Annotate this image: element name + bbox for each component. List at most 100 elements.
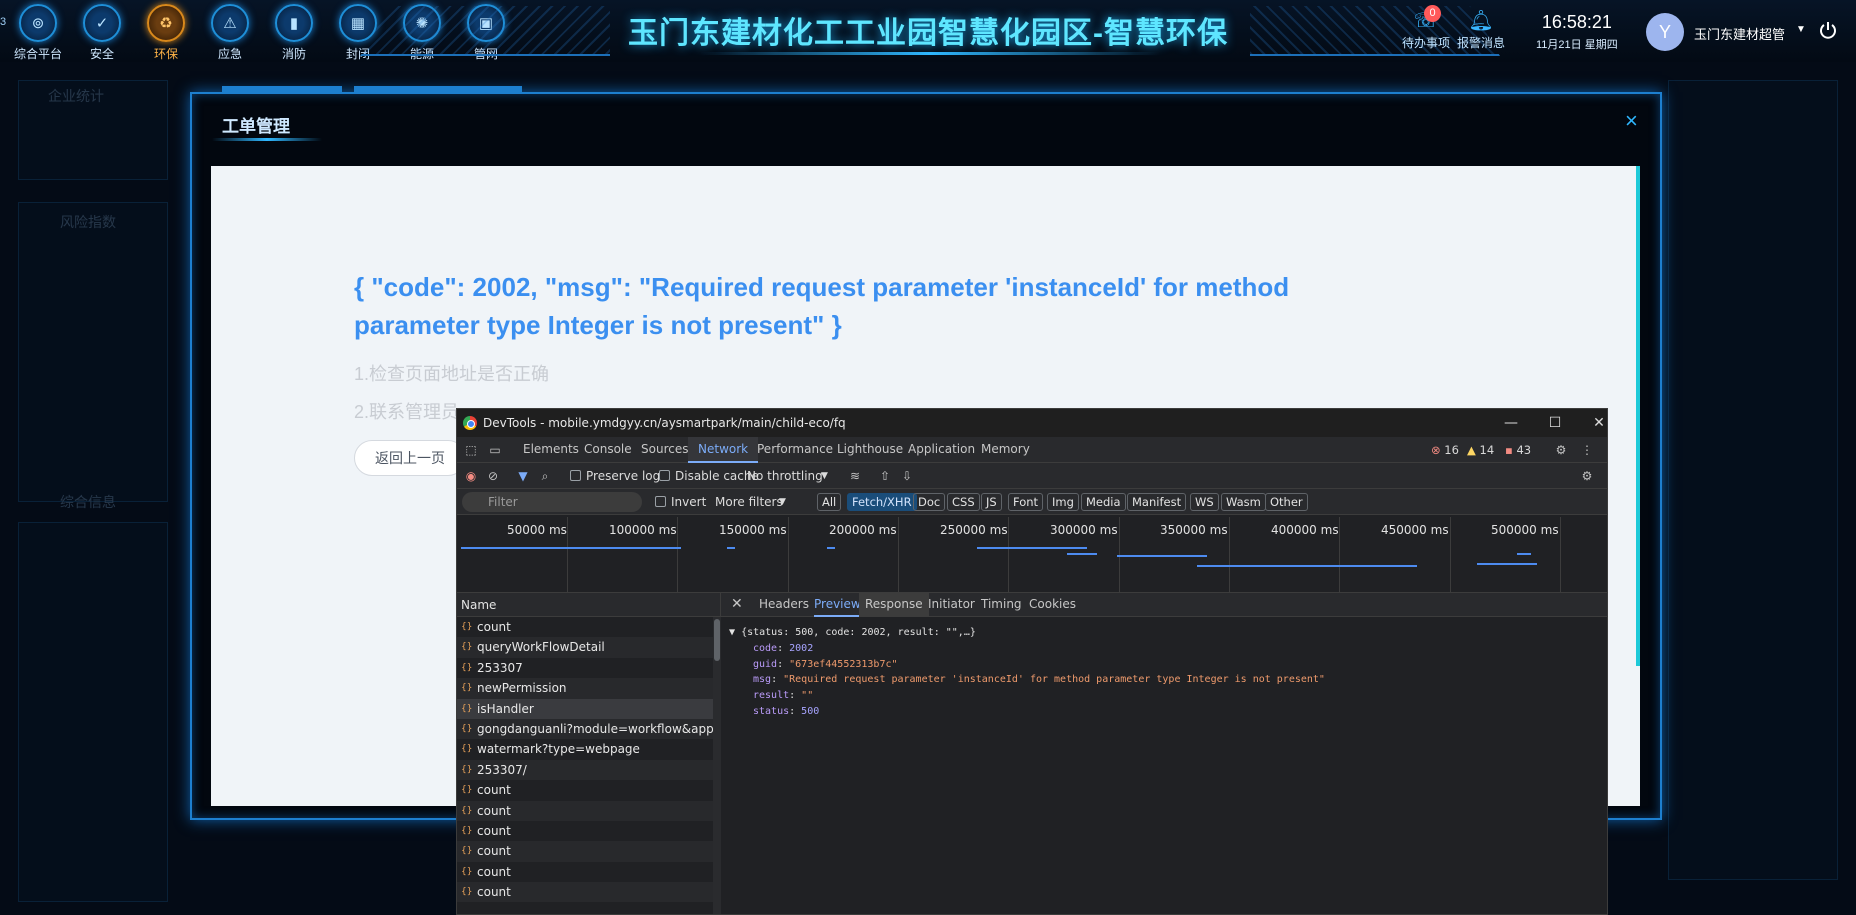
error-count[interactable]: ⊗ 16 — [1431, 443, 1459, 457]
caret-down-icon[interactable]: ▼ — [821, 471, 828, 481]
power-icon[interactable] — [1818, 20, 1838, 40]
request-row[interactable]: count — [457, 862, 720, 882]
clear-icon[interactable]: ⊘ — [485, 468, 501, 484]
tab-lighthouse[interactable]: Lighthouse — [837, 437, 903, 463]
filter-input[interactable]: Filter — [462, 492, 642, 512]
tab-response[interactable]: Response — [859, 593, 929, 617]
json-row-result: result: "" — [753, 690, 814, 702]
request-list-scrollbar[interactable] — [713, 617, 721, 914]
app-title: 玉门东建材化工工业园智慧化园区-智慧环保 — [628, 17, 1228, 50]
alarm-button[interactable]: 🔔︎ 报警消息 — [1457, 8, 1505, 51]
request-row-selected[interactable]: isHandler — [457, 698, 720, 719]
record-icon[interactable]: ◉ — [463, 468, 479, 484]
column-name-header[interactable]: Name — [457, 593, 720, 617]
filter-other[interactable]: Other — [1265, 493, 1308, 511]
request-row[interactable]: queryWorkFlowDetail — [457, 637, 720, 658]
chrome-icon — [463, 416, 477, 430]
throttling-select[interactable]: No throttling — [747, 469, 823, 483]
filter-font[interactable]: Font — [1008, 493, 1044, 511]
filter-js[interactable]: JS — [981, 493, 1002, 511]
json-key: guid — [753, 658, 778, 670]
request-row[interactable]: count — [457, 841, 720, 862]
request-row[interactable]: gongdanguanli?module=workflow&appl... — [457, 718, 720, 740]
export-har-icon[interactable]: ⇩ — [899, 468, 915, 484]
invert-checkbox[interactable] — [655, 496, 666, 507]
tab-network[interactable]: Network — [688, 437, 759, 463]
more-menu-icon[interactable]: ⋮ — [1579, 442, 1595, 458]
caret-down-icon[interactable]: ▼ — [779, 497, 786, 507]
nav-item-fire[interactable]: ▮ 消防 — [262, 4, 326, 62]
nav-item-environment[interactable]: ♻ 环保 — [134, 4, 198, 62]
network-settings-icon[interactable]: ⚙ — [1579, 468, 1595, 484]
avatar[interactable]: Y — [1646, 13, 1684, 51]
minimize-button[interactable]: — — [1497, 412, 1525, 434]
close-window-button[interactable]: ✕ — [1585, 412, 1607, 434]
filter-icon[interactable]: ▼ — [515, 468, 531, 484]
alarm-icon: ⚠ — [211, 4, 249, 42]
more-filters-dropdown[interactable]: More filters — [715, 495, 783, 509]
filter-fetch-xhr[interactable]: Fetch/XHR — [847, 493, 917, 511]
close-icon[interactable]: × — [1625, 108, 1638, 134]
user-name[interactable]: 玉门东建材超管 — [1694, 24, 1785, 43]
network-overview[interactable]: 50000 ms 100000 ms 150000 ms 200000 ms 2… — [457, 517, 1607, 593]
request-row[interactable]: newPermission — [457, 678, 720, 699]
import-har-icon[interactable]: ⇧ — [877, 468, 893, 484]
disable-cache-checkbox[interactable] — [659, 470, 670, 481]
tab-memory[interactable]: Memory — [981, 437, 1030, 463]
json-root-row[interactable]: ▼ {status: 500, code: 2002, result: "",…… — [729, 625, 1325, 641]
error-message: { "code": 2002, "msg": "Required request… — [354, 272, 1290, 340]
nav-item-safety[interactable]: ✓ 安全 — [70, 4, 134, 62]
maximize-button[interactable]: ☐ — [1541, 412, 1569, 434]
tab-headers[interactable]: Headers — [759, 593, 809, 617]
preserve-log-checkbox[interactable] — [570, 470, 581, 481]
back-button[interactable]: 返回上一页 — [354, 440, 466, 476]
expand-triangle-icon[interactable]: ▼ — [729, 627, 735, 638]
tab-initiator[interactable]: Initiator — [928, 593, 975, 617]
overview-label: 50000 ms — [507, 523, 567, 537]
request-row[interactable]: 253307 — [457, 658, 720, 678]
request-row[interactable]: count — [457, 821, 720, 841]
settings-gear-icon[interactable]: ⚙ — [1553, 442, 1569, 458]
issue-count[interactable]: ▪ 43 — [1505, 443, 1531, 457]
close-detail-icon[interactable]: ✕ — [731, 593, 743, 617]
tab-timing[interactable]: Timing — [981, 593, 1022, 617]
recycle-icon: ♻ — [147, 4, 185, 42]
overview-request-bar — [727, 547, 735, 549]
filter-img[interactable]: Img — [1047, 493, 1079, 511]
tab-preview[interactable]: Preview — [814, 593, 861, 617]
nav-item-emergency[interactable]: ⚠ 应急 — [198, 4, 262, 62]
inspect-icon[interactable]: ⬚ — [463, 442, 479, 458]
filter-doc[interactable]: Doc — [913, 493, 946, 511]
request-row[interactable]: watermark?type=webpage — [457, 739, 720, 759]
tab-sources[interactable]: Sources — [641, 437, 688, 463]
caret-down-icon[interactable]: ▼ — [1796, 24, 1806, 35]
filter-wasm[interactable]: Wasm — [1221, 493, 1266, 511]
filter-ws[interactable]: WS — [1190, 493, 1219, 511]
network-conditions-icon[interactable]: ≋ — [847, 468, 863, 484]
nav-item-platform[interactable]: ⊚ 综合平台 — [6, 4, 70, 62]
hint-line-2: 2.联系管理员 — [354, 402, 460, 422]
filter-media[interactable]: Media — [1081, 493, 1126, 511]
tab-cookies[interactable]: Cookies — [1029, 593, 1076, 617]
device-toggle-icon[interactable]: ▭ — [487, 442, 503, 458]
filter-all[interactable]: All — [817, 493, 842, 511]
request-row[interactable]: 253307/ — [457, 759, 720, 781]
json-preview[interactable]: ▼ {status: 500, code: 2002, result: "",…… — [729, 625, 1325, 720]
tab-work-order[interactable]: 工单管理 — [222, 112, 290, 137]
todo-button[interactable]: ☏ 0 待办事项 — [1402, 5, 1450, 51]
tab-elements[interactable]: Elements — [523, 437, 579, 463]
filter-css[interactable]: CSS — [947, 493, 980, 511]
request-row[interactable]: count — [457, 882, 720, 903]
tab-application[interactable]: Application — [908, 437, 975, 463]
search-icon[interactable]: ⌕ — [537, 468, 553, 484]
tab-console[interactable]: Console — [584, 437, 632, 463]
devtools-titlebar[interactable]: DevTools - mobile.ymdgyy.cn/aysmartpark/… — [457, 409, 1607, 437]
json-value: "" — [801, 690, 814, 702]
request-row[interactable]: count — [457, 800, 720, 821]
request-row[interactable]: count — [457, 780, 720, 800]
tab-performance[interactable]: Performance — [757, 437, 833, 463]
request-row[interactable]: count — [457, 617, 720, 637]
json-row-guid: guid: "673ef44552313b7c" — [753, 658, 898, 670]
warning-count[interactable]: ▲ 14 — [1467, 443, 1494, 457]
filter-manifest[interactable]: Manifest — [1127, 493, 1187, 511]
